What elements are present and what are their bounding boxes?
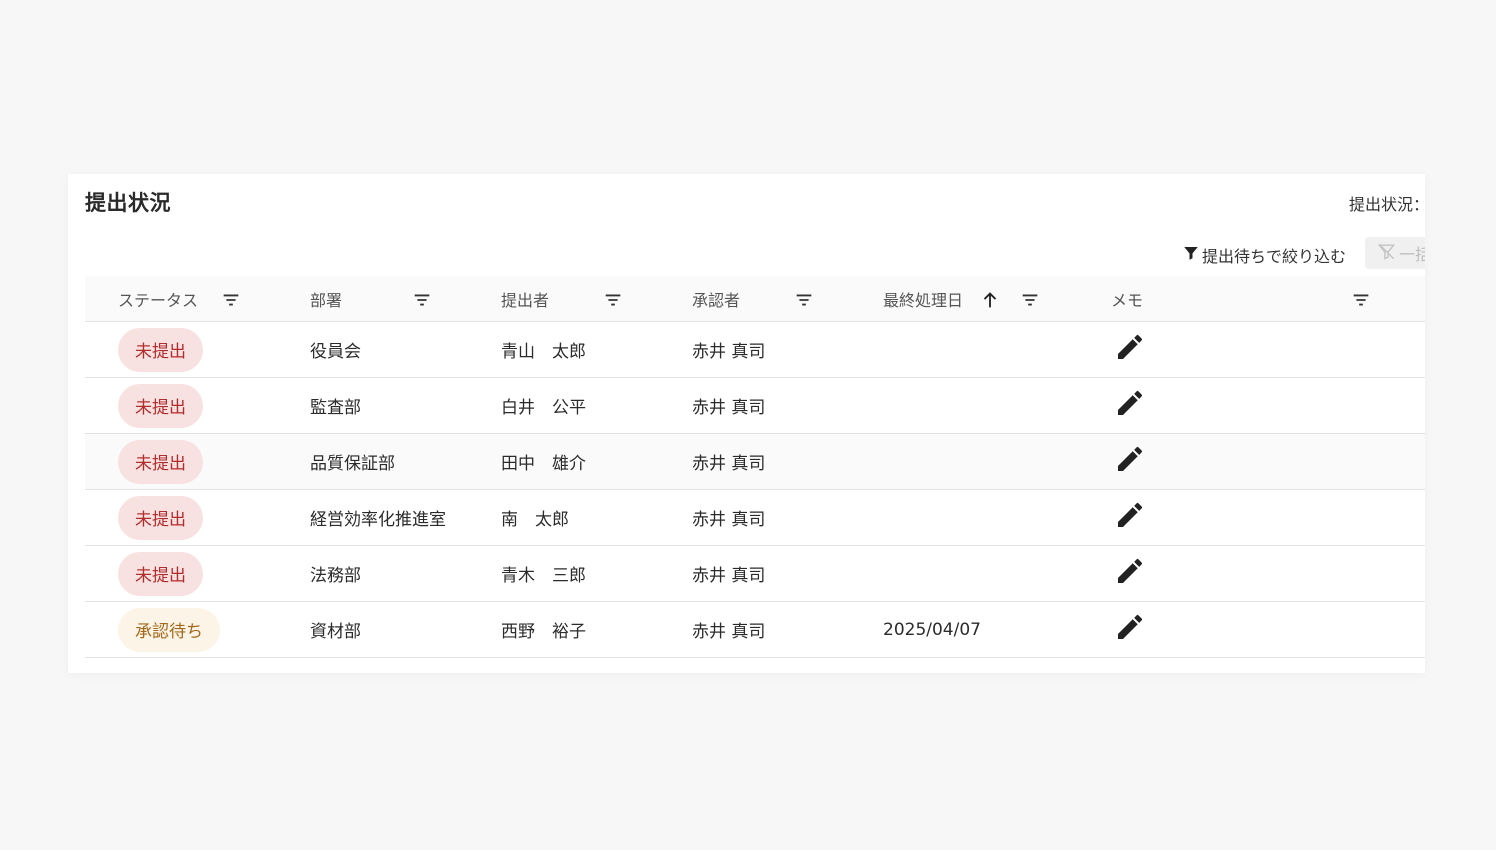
status-badge: 未提出	[118, 551, 203, 596]
column-header-submitter[interactable]: 提出者	[501, 276, 549, 322]
table-row: 未提出 法務部 青木 三郎 赤井 真司	[85, 546, 1425, 602]
column-label: 部署	[310, 291, 343, 310]
table-row: 未提出 経営効率化推進室 南 太郎 赤井 真司	[85, 490, 1425, 546]
submission-status-card: 提出状況 提出状況： 提出待ちで絞り込む 一括 ステータス 部署 提出者 承認者…	[68, 174, 1425, 673]
submitter-cell: 田中 雄介	[501, 454, 586, 474]
filter-pending-label: 提出待ちで絞り込む	[1202, 247, 1347, 266]
edit-memo-button[interactable]	[1114, 602, 1146, 657]
column-label: 最終処理日	[883, 291, 964, 310]
edit-memo-button[interactable]	[1114, 378, 1146, 433]
card-title: 提出状況	[85, 191, 171, 215]
approver-cell: 赤井 真司	[692, 454, 766, 474]
approver-cell: 赤井 真司	[692, 342, 766, 362]
pencil-icon	[1114, 611, 1146, 648]
edit-memo-button[interactable]	[1114, 490, 1146, 545]
status-cell: 未提出	[118, 434, 203, 489]
column-header-status[interactable]: ステータス	[118, 276, 198, 322]
status-cell: 未提出	[118, 546, 203, 601]
filter-list-icon[interactable]	[410, 288, 434, 312]
status-badge: 未提出	[118, 327, 203, 372]
filter-list-icon[interactable]	[792, 288, 816, 312]
edit-memo-button[interactable]	[1114, 434, 1146, 489]
funnel-icon	[1182, 244, 1200, 266]
status-cell: 未提出	[118, 322, 203, 377]
edit-memo-button[interactable]	[1114, 322, 1146, 377]
approver-cell: 赤井 真司	[692, 510, 766, 530]
filter-list-icon[interactable]	[1349, 288, 1373, 312]
department-cell: 資材部	[310, 622, 361, 642]
table-header: ステータス 部署 提出者 承認者 最終処理日 メモ	[85, 276, 1425, 322]
status-cell: 承認待ち	[118, 602, 220, 657]
column-label: 提出者	[501, 291, 550, 310]
status-badge: 未提出	[118, 495, 203, 540]
clear-filter-label: 一括	[1399, 245, 1425, 264]
approver-cell: 赤井 真司	[692, 566, 766, 586]
column-header-department[interactable]: 部署	[310, 276, 342, 322]
column-label: ステータス	[118, 291, 199, 310]
table-row: 承認待ち 資材部 西野 裕子 赤井 真司 2025/04/07	[85, 602, 1425, 658]
status-badge: 承認待ち	[118, 607, 220, 652]
status-badge: 未提出	[118, 383, 203, 428]
column-label: 承認者	[692, 291, 741, 310]
department-cell: 役員会	[310, 342, 361, 362]
column-header-last-processed[interactable]: 最終処理日	[883, 276, 963, 322]
approver-cell: 赤井 真司	[692, 398, 766, 418]
submitter-cell: 西野 裕子	[501, 622, 586, 642]
submission-table: ステータス 部署 提出者 承認者 最終処理日 メモ 未提出 役員会 青山 太郎 …	[85, 276, 1425, 658]
filter-pending-button[interactable]: 提出待ちで絞り込む	[1182, 242, 1346, 268]
submitter-cell: 南 太郎	[501, 510, 569, 530]
department-cell: 品質保証部	[310, 454, 395, 474]
pencil-icon	[1114, 387, 1146, 424]
column-header-approver[interactable]: 承認者	[692, 276, 740, 322]
filter-list-icon[interactable]	[601, 288, 625, 312]
filter-list-icon[interactable]	[219, 288, 243, 312]
column-label: メモ	[1111, 291, 1144, 310]
funnel-off-icon	[1377, 242, 1396, 265]
pencil-icon	[1114, 499, 1146, 536]
table-row: 未提出 品質保証部 田中 雄介 赤井 真司	[85, 434, 1425, 490]
department-cell: 法務部	[310, 566, 361, 586]
status-summary-label: 提出状況：	[1349, 195, 1425, 214]
pencil-icon	[1114, 443, 1146, 480]
filter-list-icon[interactable]	[1018, 288, 1042, 312]
arrow-upward-icon[interactable]	[978, 288, 1002, 312]
status-cell: 未提出	[118, 490, 203, 545]
approver-cell: 赤井 真司	[692, 622, 766, 642]
submitter-cell: 白井 公平	[501, 398, 586, 418]
table-row: 未提出 役員会 青山 太郎 赤井 真司	[85, 322, 1425, 378]
status-cell: 未提出	[118, 378, 203, 433]
submitter-cell: 青山 太郎	[501, 342, 586, 362]
last-processed-cell: 2025/04/07	[883, 619, 981, 640]
submitter-cell: 青木 三郎	[501, 566, 586, 586]
edit-memo-button[interactable]	[1114, 546, 1146, 601]
pencil-icon	[1114, 555, 1146, 592]
column-header-memo[interactable]: メモ	[1111, 276, 1143, 322]
pencil-icon	[1114, 331, 1146, 368]
status-badge: 未提出	[118, 439, 203, 484]
department-cell: 経営効率化推進室	[310, 510, 446, 530]
table-row: 未提出 監査部 白井 公平 赤井 真司	[85, 378, 1425, 434]
clear-filter-button[interactable]: 一括	[1365, 237, 1425, 269]
department-cell: 監査部	[310, 398, 361, 418]
